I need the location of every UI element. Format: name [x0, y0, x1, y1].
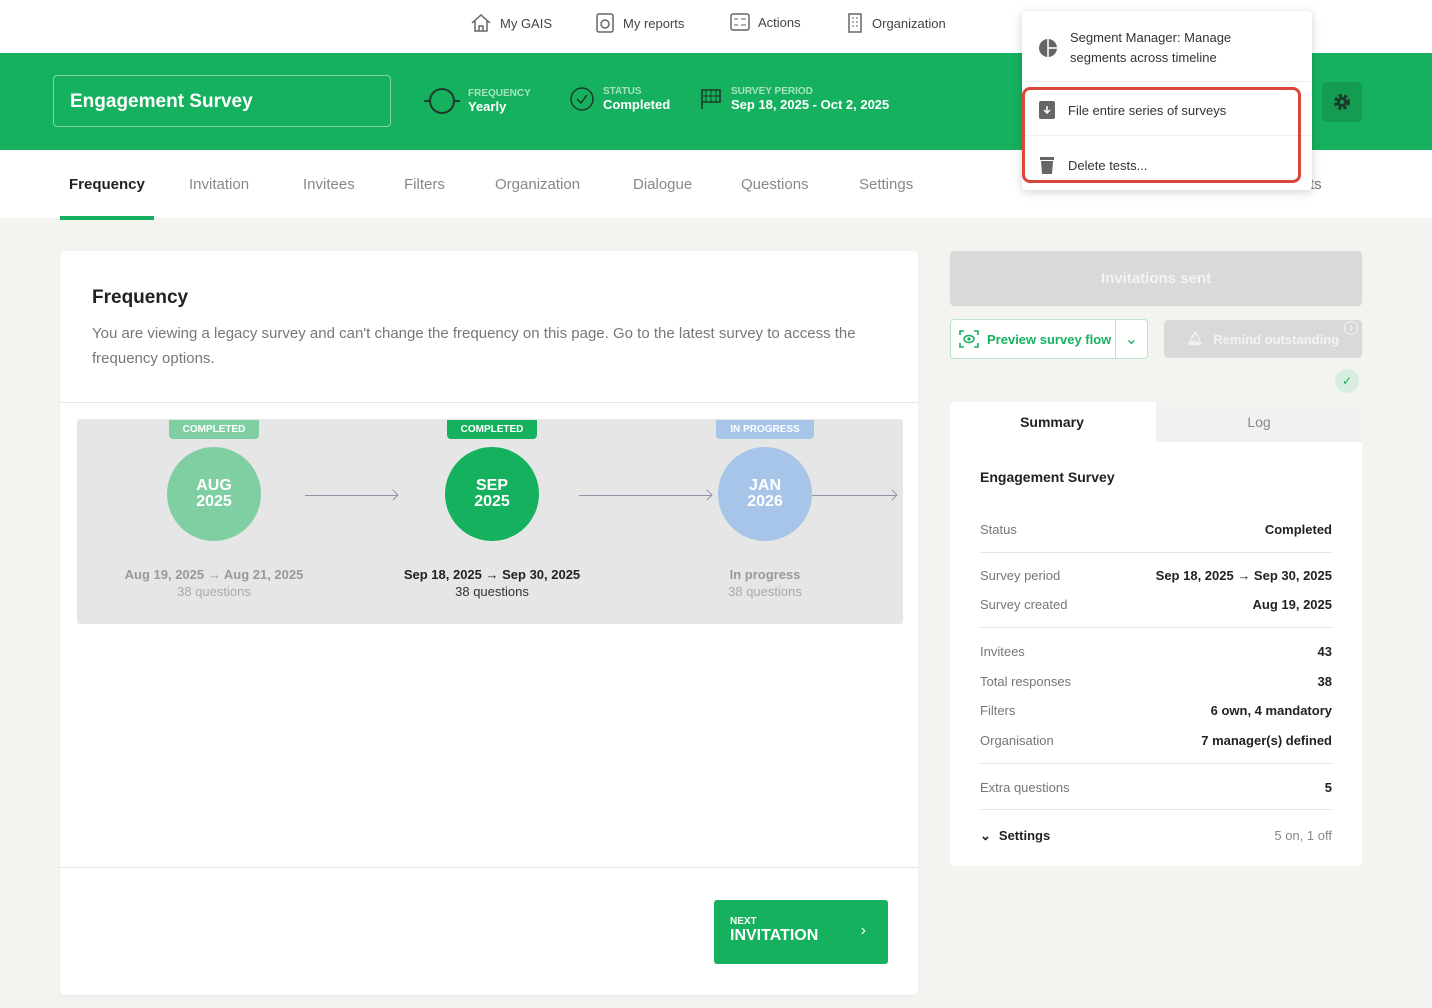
- building-icon: [846, 12, 864, 34]
- survey-title[interactable]: Engagement Survey: [53, 75, 391, 127]
- summary-row-invitees: Invitees 43: [980, 644, 1332, 659]
- divider: [980, 763, 1332, 764]
- timeline-node-jan-2026[interactable]: IN PROGRESS JAN 2026 In progress 38 quest…: [665, 419, 865, 599]
- settings-dropdown-menu: Segment Manager: Manage segments across …: [1022, 11, 1312, 190]
- frequency-card: Frequency You are viewing a legacy surve…: [60, 251, 918, 995]
- chevron-down-icon: ⌄: [980, 828, 991, 843]
- actions-icon: [730, 12, 750, 32]
- arrow-connector: [305, 495, 397, 496]
- divider: [1022, 81, 1312, 82]
- check-circle-icon: [569, 86, 595, 112]
- tab-invitees[interactable]: Invitees: [303, 176, 355, 193]
- nav-organization[interactable]: Organization: [846, 12, 946, 34]
- tab-invitation[interactable]: Invitation: [189, 176, 249, 193]
- pie-chart-icon: [1038, 38, 1058, 58]
- nav-actions[interactable]: Actions: [730, 12, 801, 32]
- invitations-sent-button[interactable]: Invitations sent: [950, 251, 1362, 306]
- reports-icon: [595, 12, 615, 34]
- highlight-box: [1022, 87, 1301, 183]
- eye-scan-icon: [959, 330, 979, 348]
- tab-questions[interactable]: Questions: [741, 176, 809, 193]
- node-circle: AUG 2025: [167, 447, 261, 541]
- node-circle: SEP 2025: [445, 447, 539, 541]
- tab-summary[interactable]: Summary: [950, 402, 1154, 442]
- tab-frequency[interactable]: Frequency: [60, 176, 154, 220]
- frequency-meta: FREQUENCY Yearly: [424, 86, 531, 116]
- summary-row-created: Survey created Aug 19, 2025: [980, 597, 1332, 612]
- status-meta: STATUS Completed: [569, 86, 670, 112]
- divider: [980, 552, 1332, 553]
- frequency-description: You are viewing a legacy survey and can'…: [92, 325, 856, 367]
- frequency-title: Frequency: [92, 287, 189, 308]
- timeline-node-sep-2025[interactable]: COMPLETED SEP 2025 Sep 18, 2025 → Sep 30,…: [392, 419, 592, 599]
- tab-dialogue[interactable]: Dialogue: [633, 176, 692, 193]
- status-badge: COMPLETED: [446, 420, 538, 439]
- check-status-icon: ✓: [1335, 369, 1359, 393]
- bell-icon: 🔔︎: [1186, 331, 1204, 346]
- summary-row-status: Status Completed: [980, 522, 1332, 537]
- tab-settings[interactable]: Settings: [859, 176, 913, 193]
- next-invitation-button[interactable]: NEXT INVITATION ›: [714, 900, 888, 964]
- gear-icon: [1332, 92, 1352, 112]
- survey-timeline: COMPLETED AUG 2025 Aug 19, 2025 → Aug 21,…: [77, 419, 903, 624]
- summary-row-responses: Total responses 38: [980, 674, 1332, 689]
- divider: [980, 627, 1332, 628]
- divider: [60, 867, 918, 868]
- node-circle: JAN 2026: [718, 447, 812, 541]
- preview-dropdown-toggle[interactable]: ⌄: [1116, 329, 1147, 349]
- menu-item-segment-manager[interactable]: Segment Manager: Manage segments across …: [1038, 28, 1302, 68]
- info-icon[interactable]: i: [1344, 321, 1358, 335]
- summary-row-extra-questions: Extra questions 5: [980, 780, 1332, 795]
- timeline-node-aug-2025[interactable]: COMPLETED AUG 2025 Aug 19, 2025 → Aug 21,…: [114, 419, 314, 599]
- arrow-connector: [812, 495, 896, 496]
- status-badge: COMPLETED: [168, 420, 260, 439]
- remind-outstanding-button[interactable]: 🔔︎ Remind outstanding i: [1164, 320, 1362, 358]
- tab-filters[interactable]: Filters: [404, 176, 445, 193]
- home-icon: [470, 12, 492, 34]
- tab-log[interactable]: Log: [1156, 402, 1362, 442]
- chevron-down-icon: ⌄: [1124, 331, 1139, 348]
- settings-gear-button[interactable]: [1322, 82, 1362, 122]
- nav-my-reports[interactable]: My reports: [595, 12, 684, 34]
- preview-survey-flow-button[interactable]: Preview survey flow: [951, 320, 1116, 358]
- preview-split-button: Preview survey flow ⌄: [950, 319, 1148, 359]
- settings-expander[interactable]: ⌄ Settings 5 on, 1 off: [980, 828, 1332, 844]
- status-badge: IN PROGRESS: [716, 420, 814, 439]
- divider: [60, 402, 918, 403]
- divider: [980, 809, 1332, 810]
- summary-row-period: Survey period Sep 18, 2025 → Sep 30, 2025: [980, 568, 1332, 583]
- summary-title: Engagement Survey: [980, 469, 1115, 485]
- cycle-icon: [424, 86, 460, 116]
- tab-organization[interactable]: Organization: [495, 176, 580, 193]
- period-meta: SURVEY PERIOD Sep 18, 2025 - Oct 2, 2025: [699, 86, 889, 112]
- summary-row-filters: Filters 6 own, 4 mandatory: [980, 703, 1332, 718]
- summary-row-organisation: Organisation 7 manager(s) defined: [980, 733, 1332, 748]
- checkered-flag-icon: [699, 87, 723, 111]
- nav-my-gais[interactable]: My GAIS: [470, 12, 552, 34]
- chevron-right-icon: ›: [860, 922, 866, 939]
- summary-panel: Summary Log Engagement Survey Status Comp…: [950, 402, 1362, 866]
